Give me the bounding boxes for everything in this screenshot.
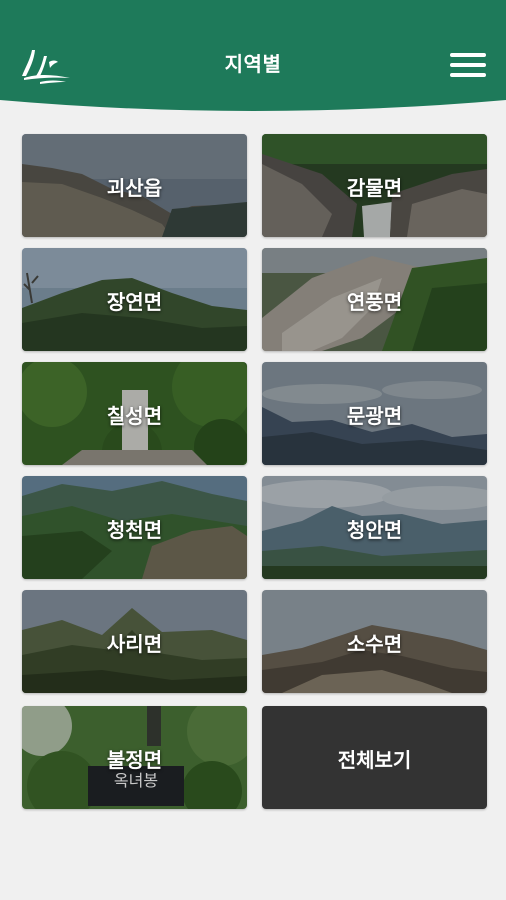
region-tile-cheongcheon[interactable]: 청천면 [22,476,247,579]
region-label: 감물면 [346,176,403,200]
region-tile-sosu[interactable]: 소수면 [262,590,487,693]
region-label: 청안면 [346,518,403,542]
region-label: 칠성면 [106,404,163,428]
region-label: 괴산읍 [106,176,163,200]
app-screen: 지역별 괴산읍 감물면 장연면 연풍면 칠성면 문광면 청천면 청안면 사리면 … [0,0,506,900]
region-label: 장연면 [106,290,163,314]
region-label: 문광면 [346,404,403,428]
region-tile-sari[interactable]: 사리면 [22,590,247,693]
region-tile-mungwang[interactable]: 문광면 [262,362,487,465]
region-tile-buljeong[interactable]: 옥녀봉 불정면 [22,706,247,809]
region-label: 연풍면 [346,290,403,314]
region-tile-chilseong[interactable]: 칠성면 [22,362,247,465]
region-tile-yeonpung[interactable]: 연풍면 [262,248,487,351]
region-label: 사리면 [106,632,163,656]
region-label: 불정면 [106,748,163,772]
region-tile-jangyeon[interactable]: 장연면 [22,248,247,351]
view-all-button[interactable]: 전체보기 [262,706,487,809]
view-all-label: 전체보기 [337,748,412,772]
region-tile-cheongan[interactable]: 청안면 [262,476,487,579]
region-label: 소수면 [346,632,403,656]
region-tile-gammul[interactable]: 감물면 [262,134,487,237]
region-grid: 괴산읍 감물면 장연면 연풍면 칠성면 문광면 청천면 청안면 사리면 소수면 … [0,0,506,900]
region-label: 청천면 [106,518,163,542]
region-tile-goesan[interactable]: 괴산읍 [22,134,247,237]
